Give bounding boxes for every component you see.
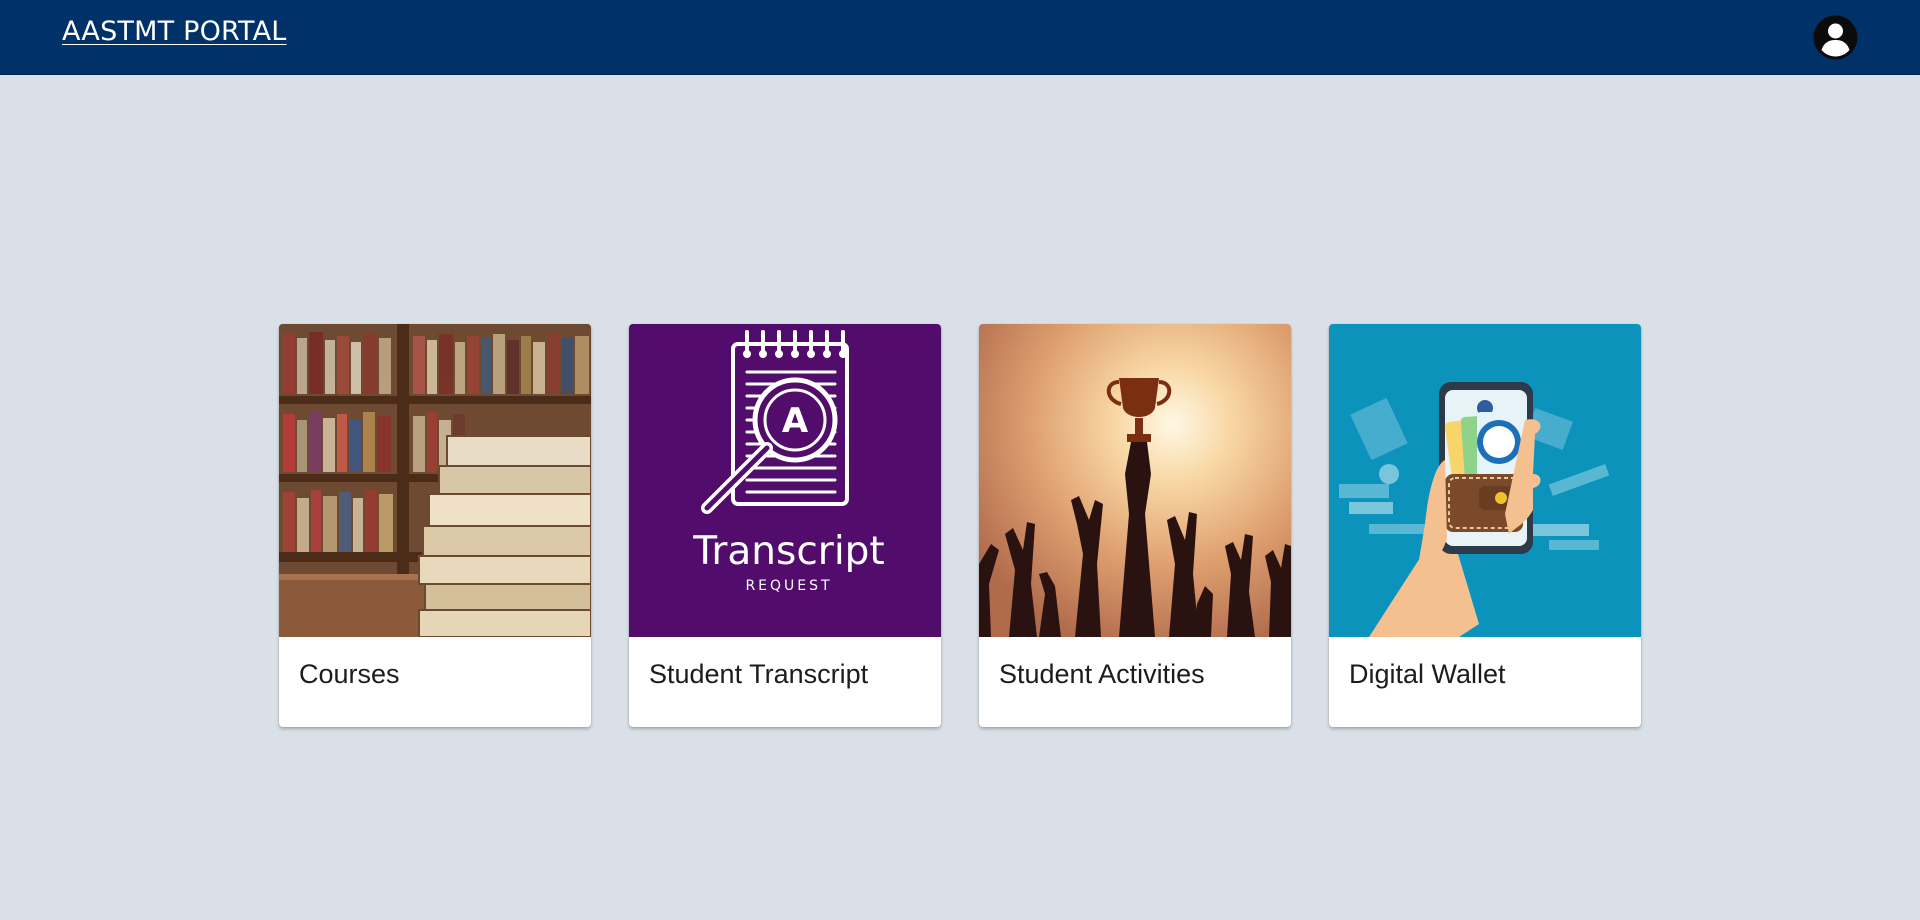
transcript-image-subtitle: REQUEST [745, 578, 832, 594]
student-transcript-label: Student Transcript [649, 659, 869, 689]
transcript-letter: A [782, 401, 809, 441]
digital-wallet-card[interactable]: Digital Wallet [1329, 324, 1641, 727]
courses-label: Courses [299, 659, 400, 689]
transcript-image: A Transcript REQUEST [629, 324, 941, 637]
student-activities-card[interactable]: Student Activities [979, 324, 1291, 727]
courses-image [279, 324, 591, 637]
transcript-image-title: Transcript [692, 529, 884, 574]
account-icon[interactable] [1813, 15, 1858, 60]
student-transcript-card[interactable]: A Transcript REQUEST Student Transcript [629, 324, 941, 727]
courses-card[interactable]: Courses [279, 324, 591, 727]
student-activities-label: Student Activities [999, 659, 1205, 689]
portal-home-link[interactable]: AASTMT PORTAL [62, 16, 287, 47]
top-bar: AASTMT PORTAL [0, 0, 1920, 75]
wallet-image [1329, 324, 1641, 637]
digital-wallet-label: Digital Wallet [1349, 659, 1506, 689]
activities-image [979, 324, 1291, 637]
